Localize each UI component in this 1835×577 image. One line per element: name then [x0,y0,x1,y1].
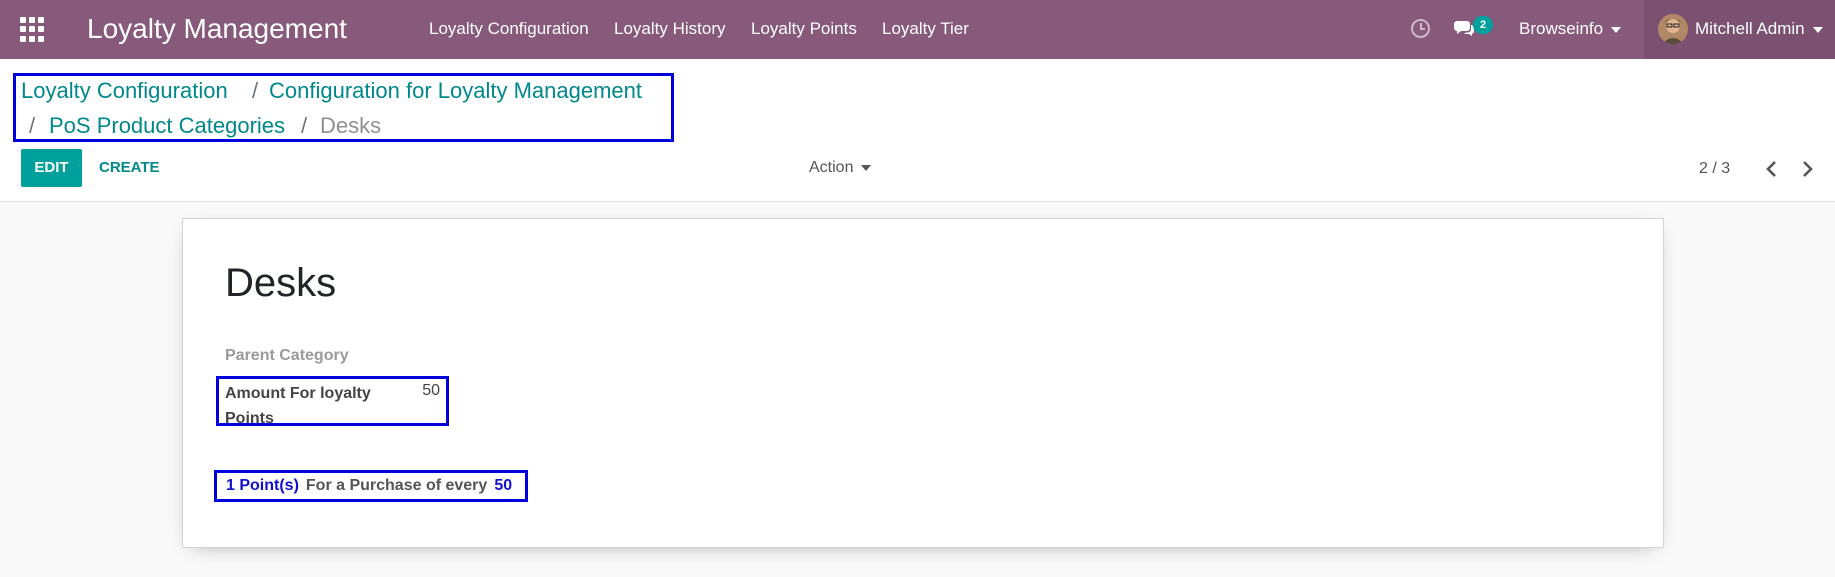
top-navbar: Loyalty Management Loyalty Configuration… [0,0,1835,59]
pager-value[interactable]: 2 / 3 [1699,158,1730,180]
breadcrumb-item-current: Desks [320,113,382,138]
points-text: For a Purchase of every [305,477,488,494]
action-label: Action [809,159,854,176]
user-name: Mitchell Admin [1695,18,1823,40]
avatar [1658,14,1688,44]
company-switcher[interactable]: Browseinfo [1519,18,1622,40]
points-amount: 50 [494,477,513,494]
action-dropdown[interactable]: Action [809,157,872,179]
points-summary: 1 Point(s) For a Purchase of every 50 [214,470,528,502]
amount-loyalty-field: Amount For loyalty Points 50 [216,376,449,427]
menu-loyalty-history[interactable]: Loyalty History [614,18,725,40]
breadcrumb-separator: / [301,113,308,138]
company-caret-icon [1611,26,1622,33]
user-menu[interactable]: Mitchell Admin [1644,0,1835,59]
breadcrumb-item-pos-categories[interactable]: PoS Product Categories [49,112,285,140]
chat-icon[interactable] [1453,19,1475,37]
breadcrumb-item-configuration[interactable]: Configuration for Loyalty Management [269,77,642,105]
parent-category-label: Parent Category [225,347,349,364]
edit-button[interactable]: EDIT [21,149,82,187]
action-caret-icon [861,164,872,171]
create-button[interactable]: CREATE [99,149,160,187]
menu-loyalty-points[interactable]: Loyalty Points [751,18,857,40]
form-sheet: Desks Parent Category Amount For loyalty… [182,218,1664,548]
company-name: Browseinfo [1519,19,1604,38]
points-value: 1 Point(s) [226,477,299,494]
menu-loyalty-tier[interactable]: Loyalty Tier [882,18,969,40]
control-panel: Loyalty Configuration / Configuration fo… [0,59,1835,202]
chat-count-badge: 2 [1473,16,1493,34]
breadcrumb-separator: / [252,78,259,103]
amount-loyalty-value[interactable]: 50 [422,381,440,401]
user-caret-icon [1812,26,1823,33]
breadcrumb: Loyalty Configuration / Configuration fo… [13,73,674,142]
amount-loyalty-label: Amount For loyalty Points [225,385,371,427]
breadcrumb-separator: / [29,113,36,138]
pager-previous-icon[interactable] [1762,159,1782,179]
record-name[interactable]: Desks [225,259,336,307]
activity-clock-icon[interactable] [1411,19,1430,38]
pager-next-icon[interactable] [1797,159,1817,179]
apps-menu-icon[interactable] [20,17,45,42]
breadcrumb-item-loyalty-configuration[interactable]: Loyalty Configuration [21,77,228,105]
app-title[interactable]: Loyalty Management [87,12,347,46]
menu-loyalty-configuration[interactable]: Loyalty Configuration [429,18,589,40]
